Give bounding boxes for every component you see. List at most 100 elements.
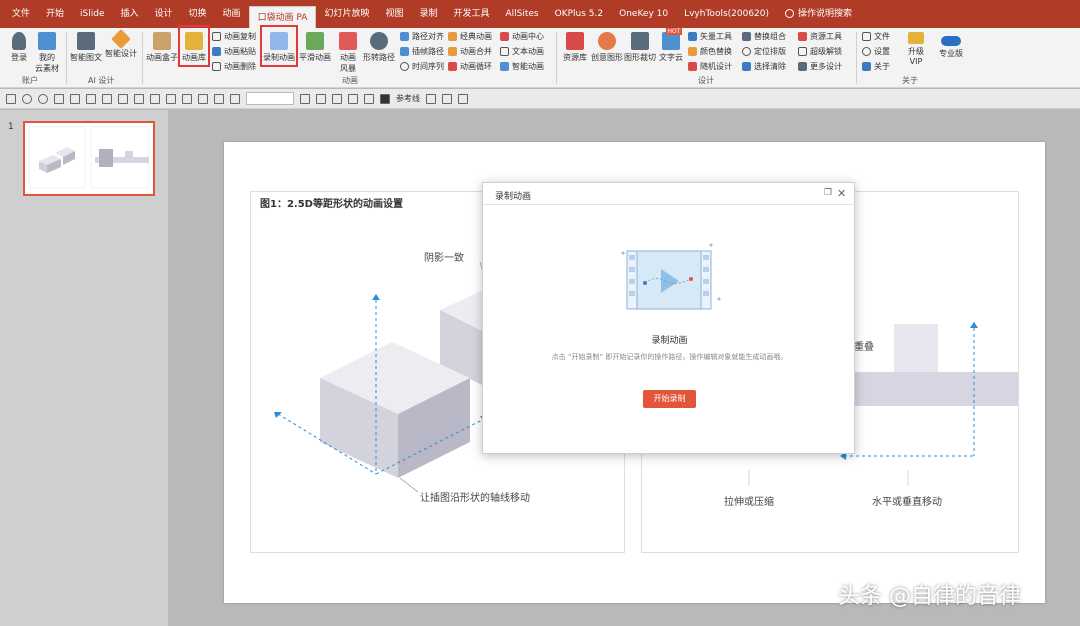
tab-insert[interactable]: 插入 [113,0,147,28]
anim-wind-button[interactable]: 动画 风暴 [336,32,360,74]
tab-onekey[interactable]: OneKey 10 [611,0,676,28]
list-icon[interactable] [316,93,326,104]
arrange-icon[interactable] [182,93,192,104]
tab-file[interactable]: 文件 [4,0,38,28]
anim-paste-button[interactable]: 动画粘贴 [212,44,256,58]
tab-transitions[interactable]: 切换 [181,0,215,28]
select-clear-button[interactable]: 选择清除 [742,59,786,73]
path-align-button[interactable]: 路径对齐 [400,29,444,43]
text-anim-button[interactable]: 文本动画 [500,44,544,58]
undo-icon[interactable] [22,93,32,104]
slice-icon [631,32,649,50]
pro-version-toggle[interactable]: 专业版 [934,32,968,59]
lasso-icon[interactable] [364,93,374,104]
tab-allsites[interactable]: AllSites [498,0,547,28]
text-anim-icon [500,46,509,56]
resource-lib-button[interactable]: 资源库 [560,32,590,63]
user-icon [12,32,26,50]
vector-tools-button[interactable]: 矢量工具 [688,29,732,43]
text-cloud-button[interactable]: 文字云 [657,32,685,63]
my-cloud-material-button[interactable]: 我的 云素材 [32,32,62,74]
snap-icon[interactable] [426,93,436,104]
tab-home[interactable]: 开始 [38,0,72,28]
shape-icon[interactable] [118,93,128,104]
anim-box-button[interactable]: 动画盒子 [146,32,178,63]
fill-icon[interactable] [134,93,144,104]
tab-islide[interactable]: iSlide [72,0,112,28]
group-icon[interactable] [102,93,112,104]
smooth-anim-button[interactable]: 平滑动画 [298,32,332,63]
anim-loop-button[interactable]: 动画循环 [448,59,492,73]
tab-design[interactable]: 设计 [147,0,181,28]
classic-anim-label: 经典动画 [460,31,492,41]
align-icon[interactable] [70,93,80,104]
distribute-icon[interactable] [86,93,96,104]
start-recording-button[interactable]: 开始录制 [643,390,696,408]
bold-icon[interactable] [300,93,310,104]
creative-shape-button[interactable]: 创意图形 [590,32,624,63]
tab-record[interactable]: 录制 [411,0,445,28]
outline-icon[interactable] [150,93,160,104]
dialog-title: 录制动画 [495,192,532,202]
smart-design-button[interactable]: 智能设计 [104,29,138,59]
anim-merge-label: 动画合并 [460,46,492,56]
tab-animations[interactable]: 动画 [215,0,249,28]
tab-developer[interactable]: 开发工具 [445,0,497,28]
group-label-anim: 动画 [342,76,358,85]
settings-button[interactable]: 设置 [862,44,890,58]
more-design-button[interactable]: 更多设计 [798,59,842,73]
anim-center-button[interactable]: 动画中心 [500,29,544,43]
login-button[interactable]: 登录 [6,32,32,63]
slide-thumbnail[interactable] [23,121,155,196]
wand-icon [111,29,131,49]
arrow-up-icon [970,322,978,328]
color-replace-button[interactable]: 颜色替换 [688,44,732,58]
upgrade-vip-button[interactable]: 升级 VIP [902,32,930,66]
shape-slice-button[interactable]: 图形裁切 [624,32,656,63]
shape-path-button[interactable]: 形转路径 [362,32,396,63]
indent-icon[interactable] [332,93,342,104]
grid-icon[interactable] [442,93,452,104]
group-label-account: 账户 [22,76,38,85]
tab-slideshow[interactable]: 幻灯片放映 [316,0,377,28]
text-align-icon[interactable] [348,93,358,104]
classic-anim-button[interactable]: 经典动画 [448,29,492,43]
position-layout-button[interactable]: 定位排版 [742,44,786,58]
guides-checkbox[interactable] [380,93,390,104]
anim-merge-button[interactable]: 动画合并 [448,44,492,58]
smart-graphic-button[interactable]: 智能图文 [68,32,104,63]
tab-lvyhtools[interactable]: LvyhTools(200620) [676,0,777,28]
smart-anim-label: 智能动画 [512,61,544,71]
format-painter-icon[interactable] [54,93,64,104]
path-copy-button[interactable]: 插帧路径 [400,44,444,58]
file-button[interactable]: 文件 [862,29,890,43]
tab-okplus[interactable]: OKPlus 5.2 [547,0,611,28]
tell-me-search[interactable]: 操作说明搜索 [777,0,860,28]
random-design-button[interactable]: 随机设计 [688,59,732,73]
anim-delete-button[interactable]: 动画删除 [212,59,256,73]
restore-icon[interactable]: ❐ [824,189,833,198]
anim-copy-label: 动画复制 [224,31,256,41]
redo-icon[interactable] [38,93,48,104]
anim-copy-button[interactable]: 动画复制 [212,29,256,43]
resource-tools-button[interactable]: 资源工具 [798,29,842,43]
tab-view[interactable]: 视图 [377,0,411,28]
about-button[interactable]: 关于 [862,59,890,73]
customize-toolbar-icon[interactable] [458,93,468,104]
dialog-heading: 录制动画 [651,336,688,346]
vector-icon [688,31,697,41]
save-icon[interactable] [6,93,16,104]
close-icon[interactable]: ✕ [837,187,846,200]
group-label-ai: AI 设计 [88,76,115,85]
font-size-box[interactable] [246,92,294,105]
replace-combo-button[interactable]: 替换组合 [742,29,786,43]
smart-anim-button[interactable]: 智能动画 [500,59,544,73]
picture-icon[interactable] [214,93,224,104]
effects-icon[interactable] [166,93,176,104]
crop-icon[interactable] [198,93,208,104]
super-unlock-button[interactable]: 超级解锁 [798,44,842,58]
anim-paste-label: 动画粘贴 [224,46,256,56]
font-color-icon[interactable] [230,93,240,104]
timeline-button[interactable]: 时间序列 [400,59,444,73]
lightbulb-icon [785,9,795,18]
